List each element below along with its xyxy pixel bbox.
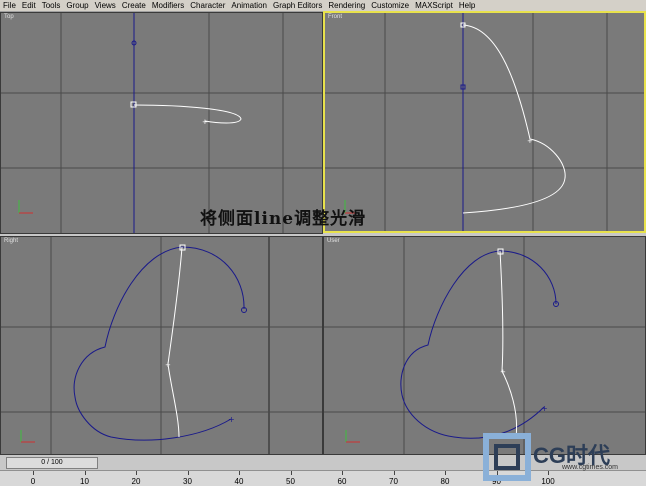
viewport-top[interactable]: Top + xyxy=(0,12,323,234)
axis-tripod-icon xyxy=(345,430,360,443)
cgtimes-logo-icon xyxy=(483,433,531,481)
tutorial-caption: 将侧面line调整光滑 xyxy=(200,209,367,229)
time-slider[interactable]: 0 / 100 xyxy=(6,457,98,469)
menu-item-create[interactable]: Create xyxy=(119,0,149,11)
viewport-right-canvas: + + xyxy=(1,237,322,454)
menu-item-views[interactable]: Views xyxy=(92,0,119,11)
menu-item-customize[interactable]: Customize xyxy=(368,0,412,11)
svg-text:+: + xyxy=(541,404,548,413)
menu-item-graph-editors[interactable]: Graph Editors xyxy=(270,0,325,11)
viewport-user[interactable]: User + + xyxy=(323,236,646,455)
viewport-top-canvas: + xyxy=(1,13,322,233)
ruler-tick xyxy=(342,471,343,475)
viewport-right[interactable]: Right + + xyxy=(0,236,323,455)
svg-text:+: + xyxy=(202,118,208,126)
viewport-user-canvas: + + xyxy=(324,237,645,454)
menu-item-tools[interactable]: Tools xyxy=(39,0,64,11)
ruler-tick xyxy=(84,471,86,475)
menu-item-rendering[interactable]: Rendering xyxy=(325,0,368,11)
viewport-front-canvas: + xyxy=(325,13,644,231)
menu-item-character[interactable]: Character xyxy=(187,0,228,11)
axis-tripod-icon xyxy=(20,430,35,443)
menu-item-edit[interactable]: Edit xyxy=(19,0,39,11)
menu-item-help[interactable]: Help xyxy=(456,0,478,11)
menu-item-modifiers[interactable]: Modifiers xyxy=(149,0,187,11)
ruler-tick xyxy=(239,471,240,475)
menu-item-file[interactable]: File xyxy=(0,0,19,11)
svg-text:+: + xyxy=(527,137,533,145)
svg-text:+: + xyxy=(500,368,506,376)
ruler-tick xyxy=(33,471,34,475)
ruler-tick xyxy=(393,471,395,475)
logo-watermark: www.cgtimes.com xyxy=(562,464,619,471)
svg-text:+: + xyxy=(165,361,171,369)
ruler-tick xyxy=(136,471,137,475)
menu-item-maxscript[interactable]: MAXScript xyxy=(412,0,456,11)
svg-text:+: + xyxy=(228,415,235,424)
ruler-tick xyxy=(445,471,446,475)
menu-item-group[interactable]: Group xyxy=(63,0,91,11)
viewport-front[interactable]: Front + xyxy=(323,11,646,233)
ruler-tick xyxy=(187,471,189,475)
cgtimes-logo: CG时代 www.cgtimes.com xyxy=(478,430,646,485)
axis-tripod-icon xyxy=(18,200,33,214)
menu-item-animation[interactable]: Animation xyxy=(228,0,270,11)
ruler-tick xyxy=(290,471,292,475)
